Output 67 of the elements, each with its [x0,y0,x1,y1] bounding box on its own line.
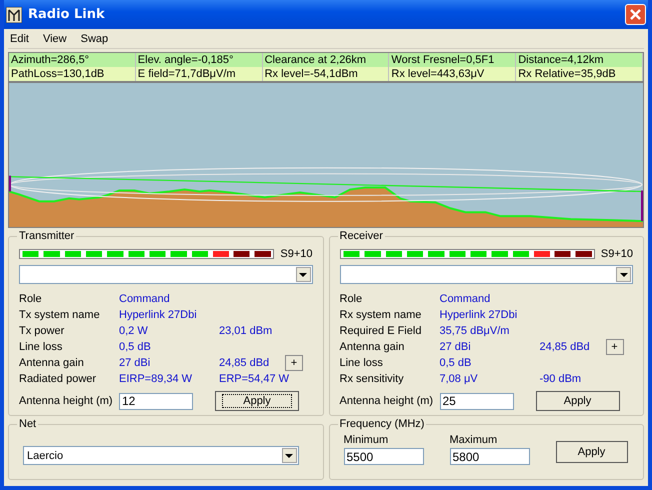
field-value: 7,08 μV [440,373,479,385]
group-title: Net [18,418,38,430]
input-field[interactable]: 12 [119,392,193,410]
field-value: 0,5 dB [440,357,472,369]
field-value: 0,2 W [119,325,149,337]
field-label: Antenna height (m) [19,395,114,407]
field-value: 27 dBi [440,341,472,353]
field-label: Antenna gain [19,357,85,369]
info-cell: Azimuth=286,5° [9,53,136,67]
close-icon [630,9,641,20]
field-value: 0,5 dB [119,341,152,353]
apply-button[interactable]: Apply [215,391,299,411]
close-button[interactable] [625,4,646,25]
plus-button[interactable]: + [606,339,624,355]
field-label: Tx power [19,325,66,337]
input-field[interactable]: 5500 [344,448,424,465]
field-label: Minimum [344,434,390,446]
field-value: Hyperlink 27Dbi [440,309,518,321]
info-cell: PathLoss=130,1dB [9,67,136,81]
group-title: Receiver [338,230,384,242]
field-label: Antenna gain [340,341,406,353]
meter-reading: S9+10 [280,248,312,260]
field-label: Rx sensitivity [340,373,405,385]
field-label: Antenna height (m) [340,395,434,407]
window-title: Radio Link [28,7,106,22]
antenna-icon [6,6,22,22]
field-value: Command [440,293,492,305]
info-cell: Distance=4,12km [516,53,643,67]
menu-item[interactable]: Swap [80,32,108,44]
info-cell: E field=71,7dBμV/m [136,67,263,81]
info-cell: Elev. angle=-0,185° [136,53,263,67]
info-cell: Worst Fresnel=0,5F1 [389,53,516,67]
field-value: 23,01 dBm [219,325,274,337]
field-label: Line loss [340,357,384,369]
apply-button[interactable]: Apply [536,391,620,411]
field-label: Tx system name [19,309,101,321]
dropdown[interactable] [340,265,633,284]
field-label: Required E Field [340,325,422,337]
info-cell: Rx level=-54,1dBm [262,67,390,81]
menu-item[interactable]: View [42,32,67,44]
info-cell: Rx Relative=35,9dB [516,67,643,81]
input-field[interactable]: 25 [440,392,514,410]
dropdown[interactable]: Laercio [23,446,298,465]
field-label: Radiated power [19,373,98,385]
field-label: Line loss [19,341,64,353]
field-label: Maximum [450,434,498,446]
field-value: 24,85 dBd [540,341,591,353]
field-label: Rx system name [340,309,422,321]
meter-reading: S9+10 [600,248,633,260]
input-field[interactable]: 5800 [450,448,530,465]
field-value: 35,75 dBμV/m [440,325,510,337]
field-value: 24,85 dBd [219,357,270,369]
field-value: -90 dBm [540,373,582,385]
group-title: Transmitter [18,230,76,242]
field-value: 27 dBi [119,357,152,369]
menu-item[interactable]: Edit [10,32,29,44]
apply-button[interactable]: Apply [556,441,628,463]
field-label: Role [19,293,43,305]
field-value: Command [119,293,171,305]
field-value: EIRP=89,34 W [119,373,194,385]
field-label: Role [340,293,364,305]
group-title: Frequency (MHz) [338,418,426,430]
field-value: Hyperlink 27Dbi [119,309,198,321]
plus-button[interactable]: + [285,355,303,371]
info-cell: Clearance at 2,26km [262,53,390,67]
dropdown[interactable] [19,265,312,284]
info-cell: Rx level=443,63μV [389,67,516,81]
